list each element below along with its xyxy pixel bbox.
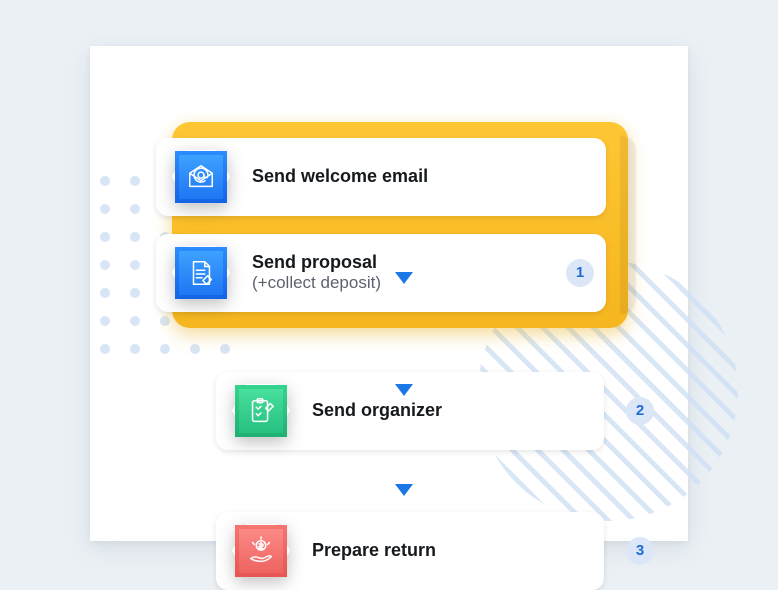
step-label: Send welcome email <box>252 166 428 188</box>
highlighted-group: Send welcome email Send proposal (+colle… <box>172 122 628 328</box>
step-subtitle: (+collect deposit) <box>252 273 381 293</box>
step-title: Prepare return <box>312 540 436 562</box>
money-hand-icon <box>232 522 290 580</box>
step-send-proposal[interactable]: Send proposal (+collect deposit) 1 <box>156 234 606 312</box>
step-number-badge: 1 <box>566 259 594 287</box>
step-title: Send proposal <box>252 252 381 274</box>
step-label: Send organizer <box>312 400 442 422</box>
workflow-flow: Send welcome email Send proposal (+colle… <box>210 122 628 590</box>
step-label: Prepare return <box>312 540 436 562</box>
flow-arrow-icon <box>395 484 413 496</box>
checklist-icon <box>232 382 290 440</box>
step-number-badge: 2 <box>626 397 654 425</box>
step-number-badge: 3 <box>626 537 654 565</box>
flow-arrow-icon <box>395 384 413 396</box>
email-at-icon <box>172 148 230 206</box>
remaining-steps: Send organizer 2 Prepare return 3 <box>216 372 604 590</box>
document-sign-icon <box>172 244 230 302</box>
workflow-card: Send welcome email Send proposal (+colle… <box>90 46 688 541</box>
step-prepare-return[interactable]: Prepare return 3 <box>216 512 604 590</box>
flow-arrow-icon <box>395 272 413 284</box>
step-send-welcome-email[interactable]: Send welcome email <box>156 138 606 216</box>
step-title: Send organizer <box>312 400 442 422</box>
step-label: Send proposal (+collect deposit) <box>252 252 381 294</box>
step-title: Send welcome email <box>252 166 428 188</box>
